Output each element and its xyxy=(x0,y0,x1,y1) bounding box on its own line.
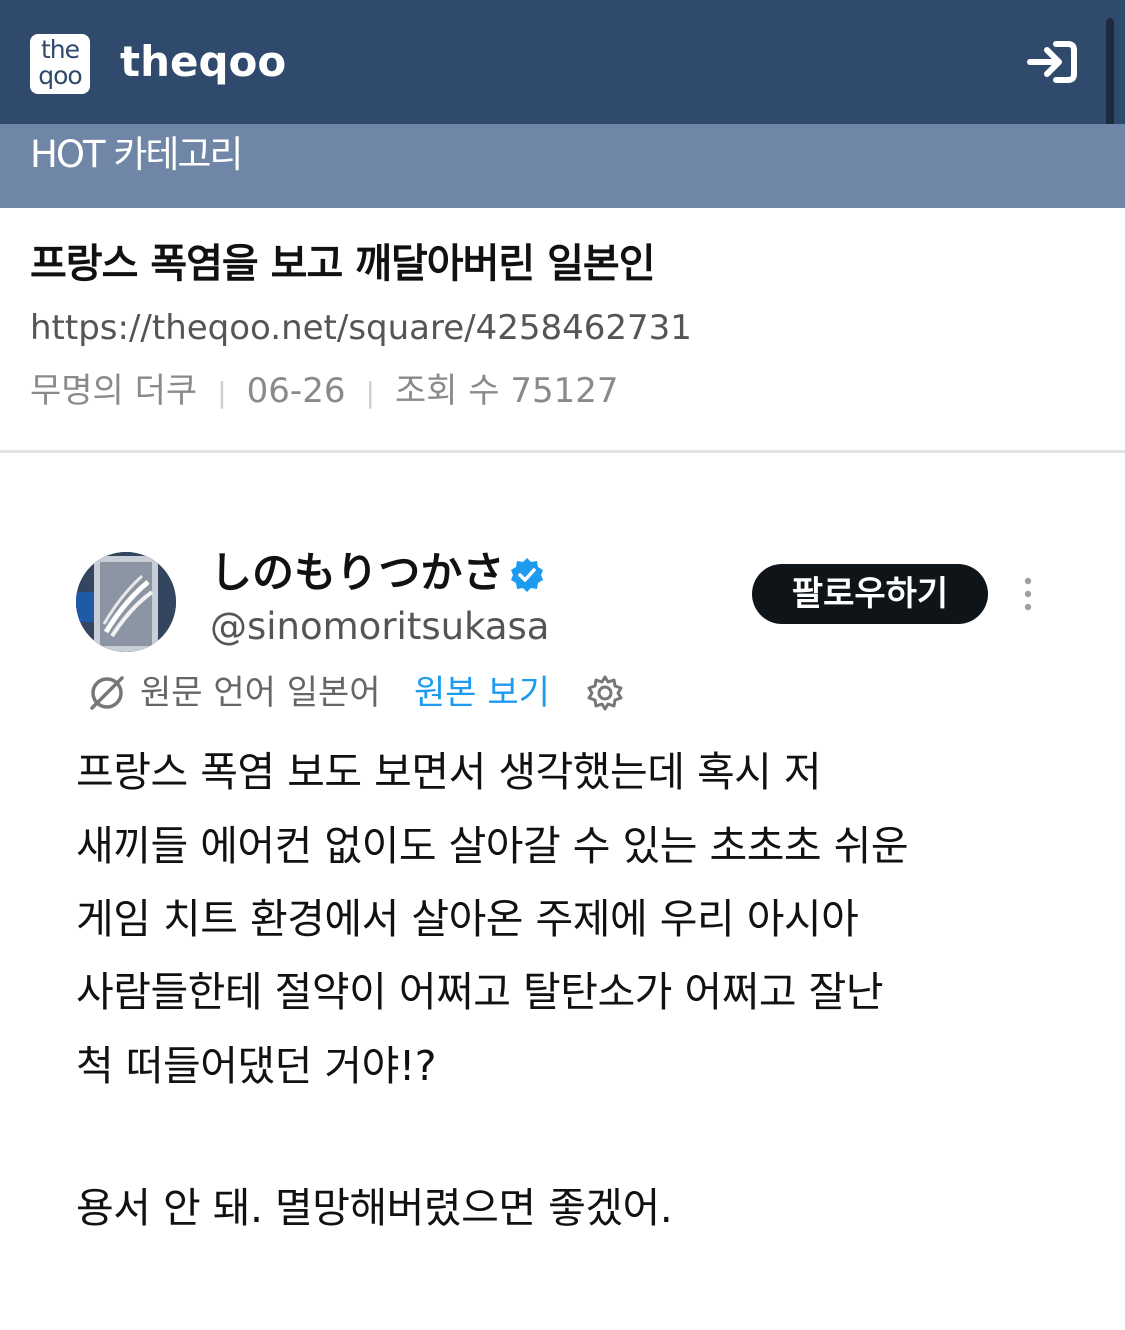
site-name[interactable]: theqoo xyxy=(120,34,286,90)
post-url[interactable]: https://theqoo.net/square/4258462731 xyxy=(30,306,692,350)
content-divider xyxy=(0,450,1125,453)
post-views: 조회 수 75127 xyxy=(394,371,619,411)
tweet-text-line: 게임 치트 환경에서 살아온 주제에 우리 아시아 xyxy=(76,895,859,943)
logo-text-top: the xyxy=(40,35,80,64)
tweet-text-line: 프랑스 폭염 보도 보면서 생각했는데 혹시 저 xyxy=(76,748,822,796)
logo-text-bottom: qoo xyxy=(38,61,82,90)
meta-separator: | xyxy=(365,376,375,409)
meta-separator: | xyxy=(217,376,227,409)
login-arrow-icon[interactable] xyxy=(1024,38,1080,86)
post-meta: 무명의 더쿠 | 06-26 | 조회 수 75127 xyxy=(30,368,619,416)
user-avatar[interactable] xyxy=(76,552,176,652)
tweet-text-line: 사람들한테 절약이 어쩌고 탈탄소가 어쩌고 잘난 xyxy=(76,968,884,1016)
post-date: 06-26 xyxy=(246,371,346,411)
theqoo-logo[interactable]: the qoo xyxy=(30,34,90,94)
tweet-text-line: 척 떠들어댔던 거야!? xyxy=(76,1042,437,1090)
tweet-text-line: 용서 안 돼. 멸망해버렸으면 좋겠어. xyxy=(76,1184,673,1232)
user-handle[interactable]: @sinomoritsukasa xyxy=(210,604,549,650)
scrollbar-thumb[interactable] xyxy=(1106,18,1114,128)
category-bar[interactable]: HOT 카테고리 xyxy=(0,124,1125,208)
original-language-label: 원문 언어 일본어 xyxy=(140,673,381,713)
post-author: 무명의 더쿠 xyxy=(30,371,198,411)
translate-icon xyxy=(86,672,128,714)
post-title: 프랑스 폭염을 보고 깨달아버린 일본인 xyxy=(30,241,656,287)
view-original-link[interactable]: 원본 보기 xyxy=(414,668,550,718)
tweet-text-line: 새끼들 에어컨 없이도 살아갈 수 있는 초초초 쉬운 xyxy=(76,822,909,870)
verified-badge-icon xyxy=(508,556,546,594)
category-label: HOT 카테고리 xyxy=(30,133,243,176)
display-name[interactable]: しのもりつかさ xyxy=(210,546,504,600)
top-navigation-bar: the qoo theqoo xyxy=(0,0,1125,124)
more-vertical-icon[interactable] xyxy=(1018,574,1038,614)
gear-icon[interactable] xyxy=(586,674,624,712)
follow-button[interactable]: 팔로우하기 xyxy=(752,564,988,624)
